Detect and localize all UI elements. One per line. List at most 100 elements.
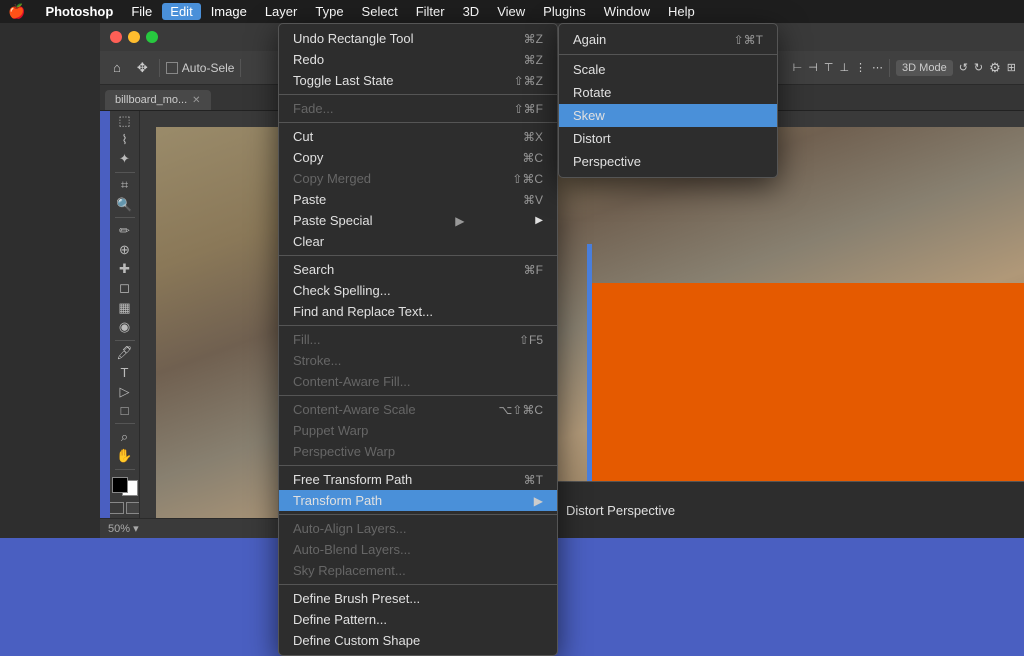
toolbar-redo-icon[interactable]: ↻	[974, 61, 983, 74]
menu-content-aware-scale: Content-Aware Scale ⌥⇧⌘C	[279, 399, 557, 420]
menu-undo-rectangle[interactable]: Undo Rectangle Tool ⌘Z	[279, 28, 557, 49]
tool-crop[interactable]: ⌗	[113, 177, 137, 194]
menubar-item-3d[interactable]: 3D	[455, 3, 488, 20]
menu-toggle-last-state[interactable]: Toggle Last State ⇧⌘Z	[279, 70, 557, 91]
toolbar-align-center-h[interactable]: ⊣	[808, 61, 818, 74]
submenu-label: Scale	[573, 62, 606, 77]
menu-label: Puppet Warp	[293, 423, 368, 438]
tool-zoom[interactable]: ⌕	[113, 428, 137, 445]
toolbar-align-mid-v[interactable]: ⊥	[839, 61, 849, 74]
menu-perspective-warp: Perspective Warp	[279, 441, 557, 462]
menu-find-replace[interactable]: Find and Replace Text...	[279, 301, 557, 322]
menu-shortcut: ▶	[455, 214, 464, 228]
tool-hand[interactable]: ✋	[113, 447, 137, 464]
tool-wand[interactable]: ✦	[113, 151, 137, 168]
screen-mode[interactable]	[126, 502, 141, 514]
tool-lasso[interactable]: ⌇	[113, 132, 137, 149]
tab-close-icon[interactable]: ✕	[192, 95, 200, 106]
menu-shortcut: ⌘X	[523, 130, 543, 144]
status-text: 50% ▾	[108, 522, 139, 535]
layer-mode-icons	[110, 502, 140, 514]
menubar-item-layer[interactable]: Layer	[257, 3, 306, 20]
menu-define-brush[interactable]: Define Brush Preset...	[279, 588, 557, 609]
tool-dodge[interactable]: ◉	[113, 318, 137, 335]
menu-transform-path[interactable]: Transform Path ▶	[279, 490, 557, 511]
toolbar-arrange-icon[interactable]: ⊞	[1007, 61, 1016, 74]
tool-text[interactable]: T	[113, 364, 137, 381]
menubar-item-edit[interactable]: Edit	[162, 3, 200, 20]
tool-heal[interactable]: ✚	[113, 261, 137, 278]
menu-divider-8	[279, 584, 557, 585]
submenu-again[interactable]: Again ⇧⌘T	[559, 28, 777, 51]
menubar-item-type[interactable]: Type	[307, 3, 351, 20]
menu-sky-replacement: Sky Replacement...	[279, 560, 557, 581]
toolbar-3dmode[interactable]: 3D Mode	[896, 60, 953, 76]
menu-paste-special[interactable]: Paste Special ▶	[279, 210, 557, 231]
tool-gradient[interactable]: ▦	[113, 299, 137, 316]
menu-free-transform[interactable]: Free Transform Path ⌘T	[279, 469, 557, 490]
menubar-item-window[interactable]: Window	[596, 3, 658, 20]
tool-marquee[interactable]: ⬚	[113, 112, 137, 129]
apple-icon[interactable]: 🍎	[8, 3, 25, 20]
tab-billboard[interactable]: billboard_mo... ✕	[105, 90, 211, 110]
menu-label: Define Pattern...	[293, 612, 387, 627]
menu-shortcut: ⌘Z	[524, 53, 543, 67]
submenu-shortcut: ⇧⌘T	[734, 33, 763, 47]
submenu-distort[interactable]: Distort	[559, 127, 777, 150]
menu-cut[interactable]: Cut ⌘X	[279, 126, 557, 147]
menubar-item-photoshop[interactable]: Photoshop	[37, 3, 121, 20]
menu-label: Copy Merged	[293, 171, 371, 186]
toolbar-settings-icon[interactable]: ⚙	[989, 60, 1001, 76]
tool-shape[interactable]: □	[113, 402, 137, 419]
menu-label: Auto-Blend Layers...	[293, 542, 411, 557]
menu-divider-1	[279, 94, 557, 95]
menu-clear[interactable]: Clear	[279, 231, 557, 252]
color-swatches	[112, 477, 138, 496]
traffic-light-red[interactable]	[110, 31, 122, 43]
tool-stamp[interactable]: ⊕	[113, 241, 137, 258]
foreground-color[interactable]	[112, 477, 128, 493]
tool-eyedropper[interactable]: 🔍	[113, 196, 137, 213]
menu-copy[interactable]: Copy ⌘C	[279, 147, 557, 168]
menu-label: Free Transform Path	[293, 472, 412, 487]
submenu-perspective[interactable]: Perspective	[559, 150, 777, 173]
tool-pen[interactable]: 🖊	[113, 344, 137, 361]
tool-path[interactable]: ▷	[113, 383, 137, 400]
menubar-item-filter[interactable]: Filter	[408, 3, 453, 20]
menu-puppet-warp: Puppet Warp	[279, 420, 557, 441]
toolbar-align-top[interactable]: ⊤	[824, 61, 834, 74]
menu-define-custom-shape[interactable]: Define Custom Shape	[279, 630, 557, 651]
submenu-rotate[interactable]: Rotate	[559, 81, 777, 104]
menu-define-pattern[interactable]: Define Pattern...	[279, 609, 557, 630]
traffic-light-green[interactable]	[146, 31, 158, 43]
traffic-light-yellow[interactable]	[128, 31, 140, 43]
submenu-skew[interactable]: Skew	[559, 104, 777, 127]
menu-content-aware-fill: Content-Aware Fill...	[279, 371, 557, 392]
menu-redo[interactable]: Redo ⌘Z	[279, 49, 557, 70]
tool-eraser[interactable]: ◻	[113, 280, 137, 297]
menu-divider-6	[279, 465, 557, 466]
submenu-label: Distort	[573, 131, 611, 146]
toolbar-align-left[interactable]: ⊢	[793, 61, 803, 74]
toolbar-home-icon[interactable]: ⌂	[108, 57, 126, 78]
menu-shortcut: ⇧⌘Z	[514, 74, 543, 88]
menubar-item-select[interactable]: Select	[354, 3, 406, 20]
submenu-scale[interactable]: Scale	[559, 58, 777, 81]
menu-paste[interactable]: Paste ⌘V	[279, 189, 557, 210]
menubar-item-view[interactable]: View	[489, 3, 533, 20]
menubar-item-file[interactable]: File	[123, 3, 160, 20]
menu-check-spelling[interactable]: Check Spelling...	[279, 280, 557, 301]
menu-search[interactable]: Search ⌘F	[279, 259, 557, 280]
toolbar-distribute-v[interactable]: ⋮	[855, 61, 866, 74]
toolbar-undo-icon[interactable]: ↺	[959, 61, 968, 74]
tool-brush[interactable]: ✏	[113, 222, 137, 239]
auto-select-checkbox[interactable]	[166, 62, 178, 74]
quick-mask[interactable]	[110, 502, 124, 514]
menubar-item-plugins[interactable]: Plugins	[535, 3, 594, 20]
toolbar-distribute-h[interactable]: ⋯	[872, 61, 883, 74]
menu-label: Auto-Align Layers...	[293, 521, 406, 536]
menubar-item-help[interactable]: Help	[660, 3, 703, 20]
toolbar-move-icon[interactable]: ✥	[132, 57, 153, 79]
menubar-item-image[interactable]: Image	[203, 3, 255, 20]
menu-label: Perspective Warp	[293, 444, 395, 459]
